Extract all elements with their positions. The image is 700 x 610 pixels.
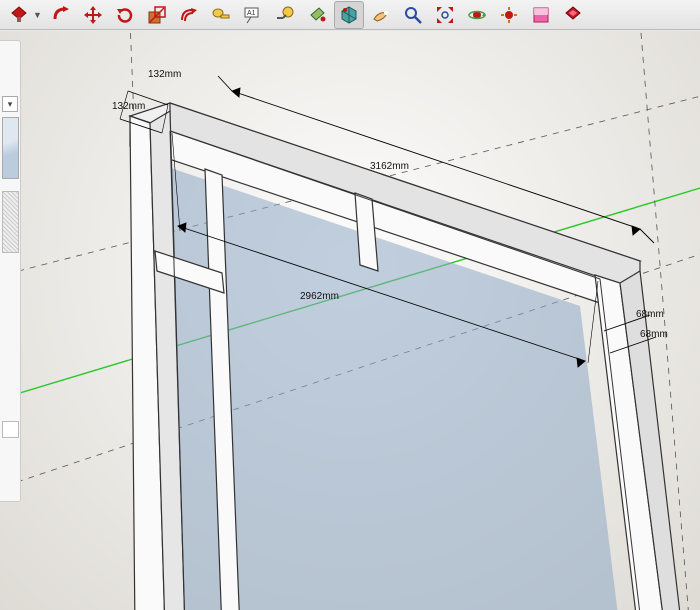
push-pull-icon[interactable] — [4, 1, 34, 29]
panel-input[interactable] — [2, 421, 19, 438]
dimension-icon[interactable] — [270, 1, 300, 29]
component-icon[interactable] — [334, 1, 364, 29]
zoom-extents-icon[interactable] — [430, 1, 460, 29]
materials-panel-cropped: ▾ — [0, 40, 21, 502]
offset-icon[interactable] — [174, 1, 204, 29]
tape-measure-icon[interactable] — [206, 1, 236, 29]
scene-svg — [0, 31, 700, 610]
scale-icon[interactable] — [142, 1, 172, 29]
section-icon[interactable] — [526, 1, 556, 29]
eraser-icon[interactable] — [366, 1, 396, 29]
orbit-icon[interactable] — [462, 1, 492, 29]
text-icon[interactable]: A1 — [238, 1, 268, 29]
follow-me-icon[interactable] — [46, 1, 76, 29]
toolbar-dropdown-icon[interactable]: ▼ — [33, 10, 42, 20]
svg-text:A1: A1 — [247, 10, 256, 17]
rotate-icon[interactable] — [110, 1, 140, 29]
material-thumb-2[interactable] — [2, 191, 19, 253]
pan-icon[interactable] — [494, 1, 524, 29]
zoom-icon[interactable] — [398, 1, 428, 29]
panel-dropdown-icon[interactable]: ▾ — [2, 96, 18, 112]
main-toolbar: ▼ A1 — [0, 0, 700, 30]
axes-icon[interactable] — [558, 1, 588, 29]
paint-bucket-icon[interactable] — [302, 1, 332, 29]
move-icon[interactable] — [78, 1, 108, 29]
model-viewport[interactable]: 132mm 132mm 3162mm 2962mm 68mm 68mm — [0, 31, 700, 610]
material-thumb[interactable] — [2, 117, 19, 179]
